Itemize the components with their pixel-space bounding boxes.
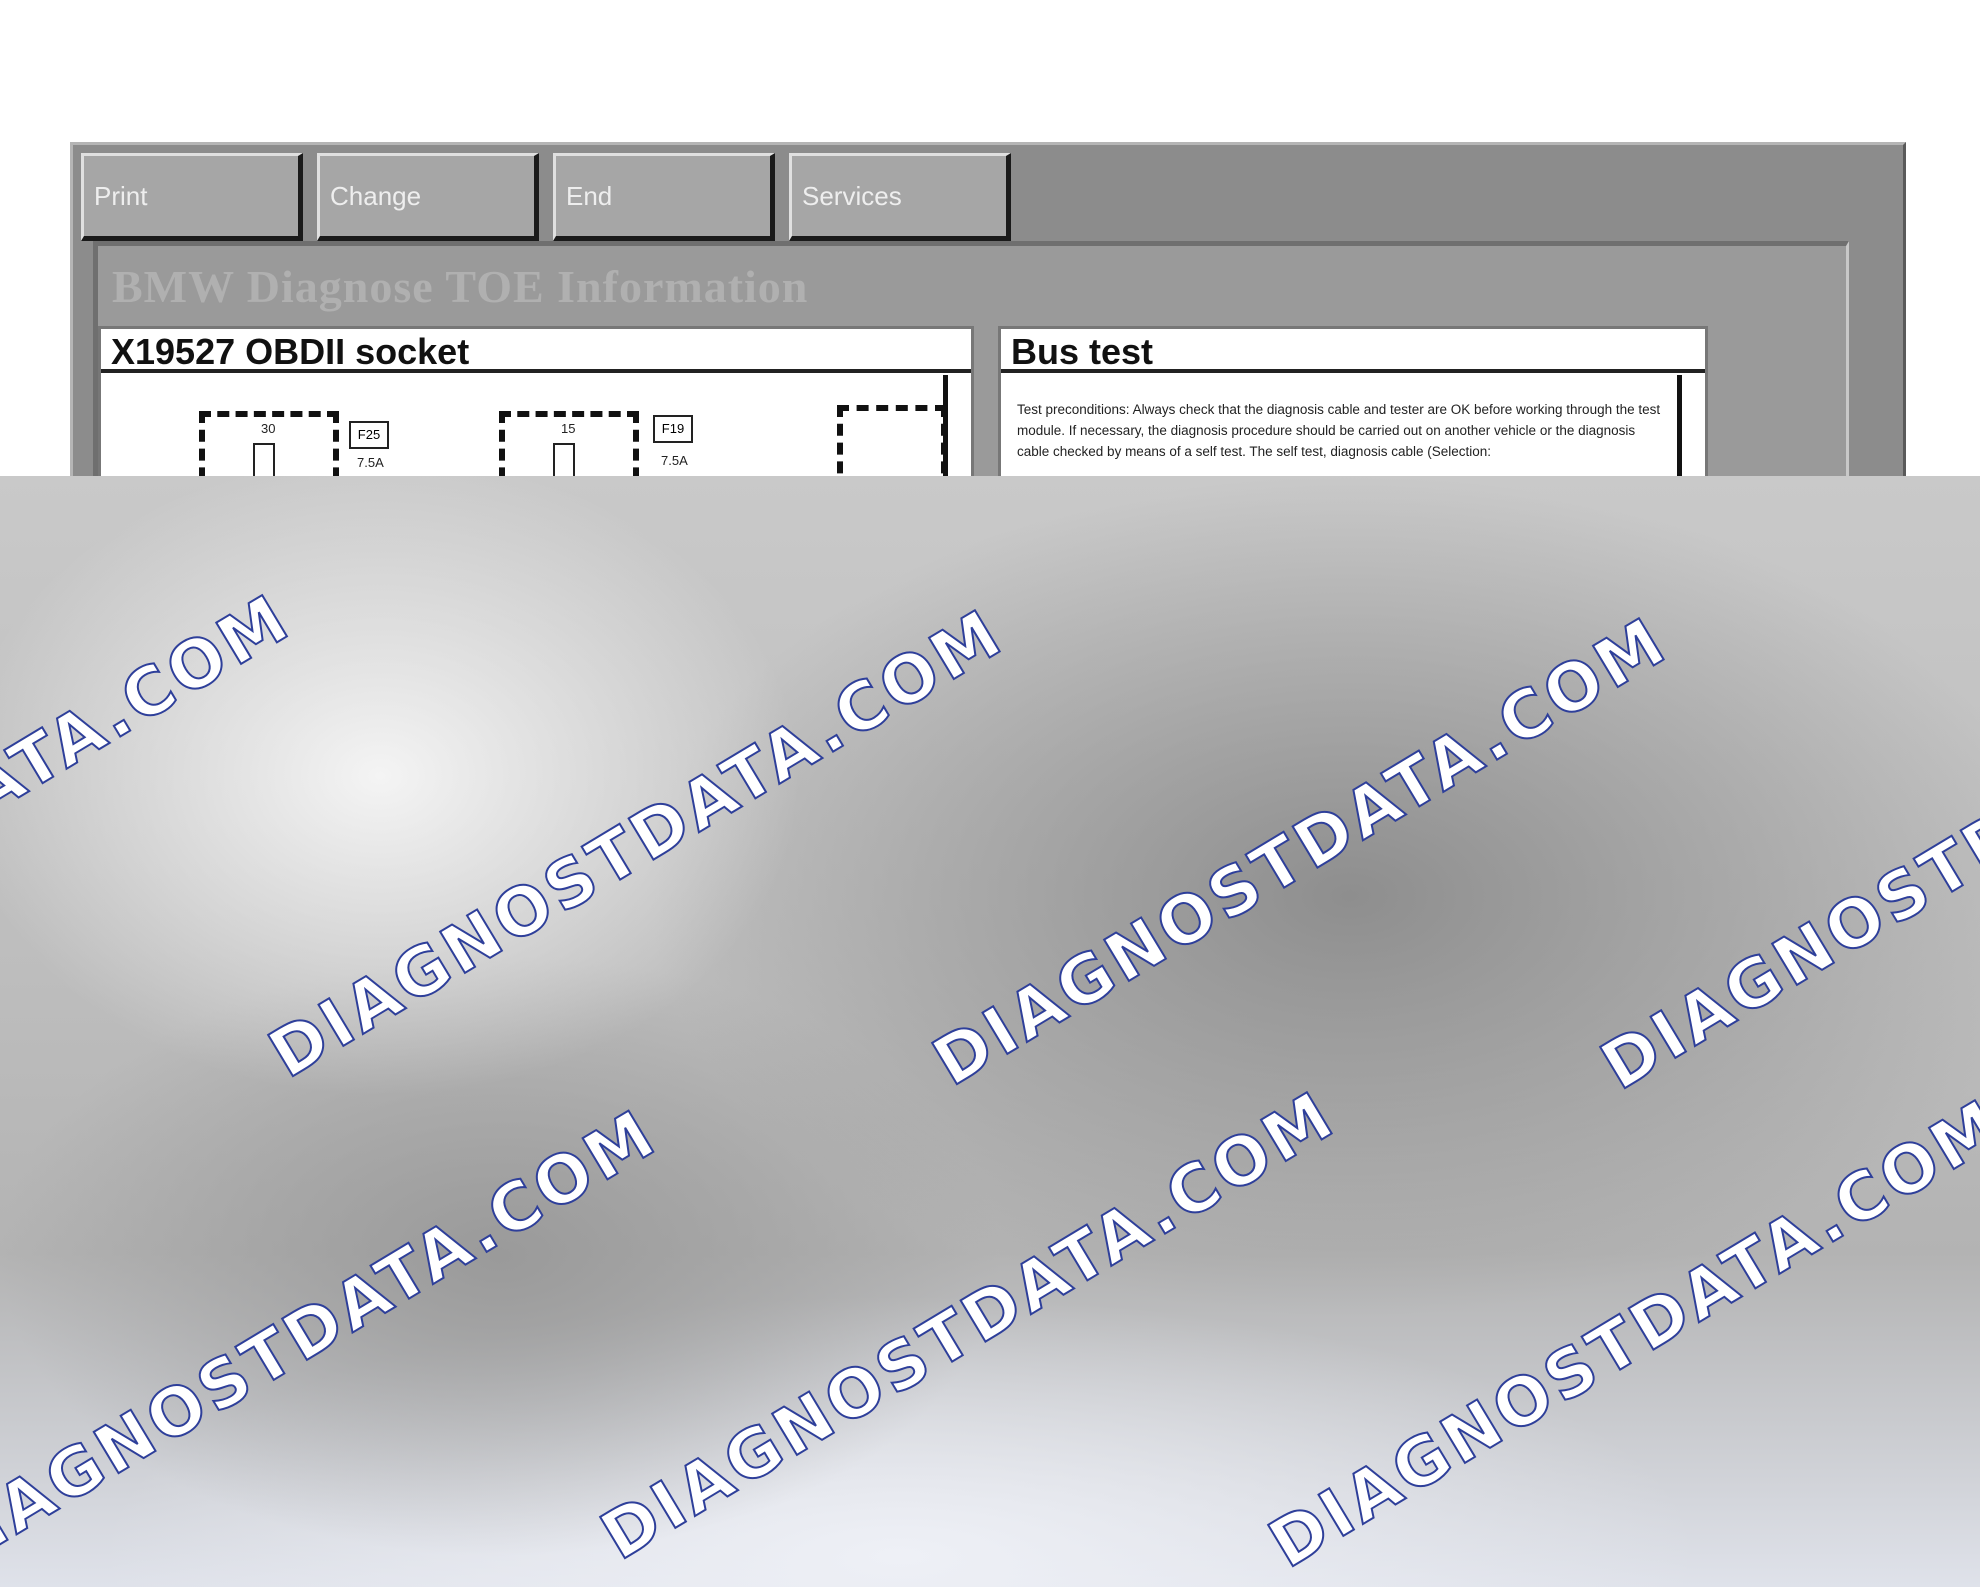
- watermark-text: IAGNOSTDATA.COM: [0, 1093, 671, 1564]
- watermark-text: DIAGNOSTDATA.COM: [919, 601, 1681, 1102]
- bus-test-title: Bus test: [1001, 329, 1705, 373]
- fuse-tag-f19: F19: [653, 415, 693, 443]
- change-button[interactable]: Change: [317, 153, 539, 241]
- print-button[interactable]: Print: [81, 153, 303, 241]
- watermark-text: DIAGNOSTDATA.COM: [255, 593, 1017, 1094]
- watermark-text: DIAGNOSTD: [1587, 791, 1980, 1106]
- pin-label-30: 30: [261, 421, 276, 436]
- bus-test-text: Test preconditions: Always check that th…: [1017, 402, 1661, 459]
- terminal-15-icon: [553, 443, 575, 479]
- fuse-rating-f19: 7.5A: [661, 453, 688, 468]
- fuse-tag-f25: F25: [349, 421, 389, 449]
- end-button[interactable]: End: [553, 153, 775, 241]
- watermark-text: DIAGNOSTDATA.COM: [587, 1075, 1349, 1576]
- watermark-text: DIAGNOSTDATA.COM: [1255, 1083, 1980, 1584]
- fuse-rating-f25: 7.5A: [357, 455, 384, 470]
- window-faded-title: BMW Diagnose TOE Information: [112, 261, 809, 312]
- screenshot: Print Change End Services BMW Diagnose T…: [0, 0, 1980, 1587]
- blurred-region: ATA.COM DIAGNOSTDATA.COM DIAGNOSTDATA.CO…: [0, 476, 1980, 1587]
- services-button[interactable]: Services: [789, 153, 1011, 241]
- terminal-30-icon: [253, 443, 275, 479]
- obdii-panel-title: X19527 OBDII socket: [101, 329, 971, 373]
- pin-label-15: 15: [561, 421, 576, 436]
- watermark-text: ATA.COM: [0, 578, 305, 832]
